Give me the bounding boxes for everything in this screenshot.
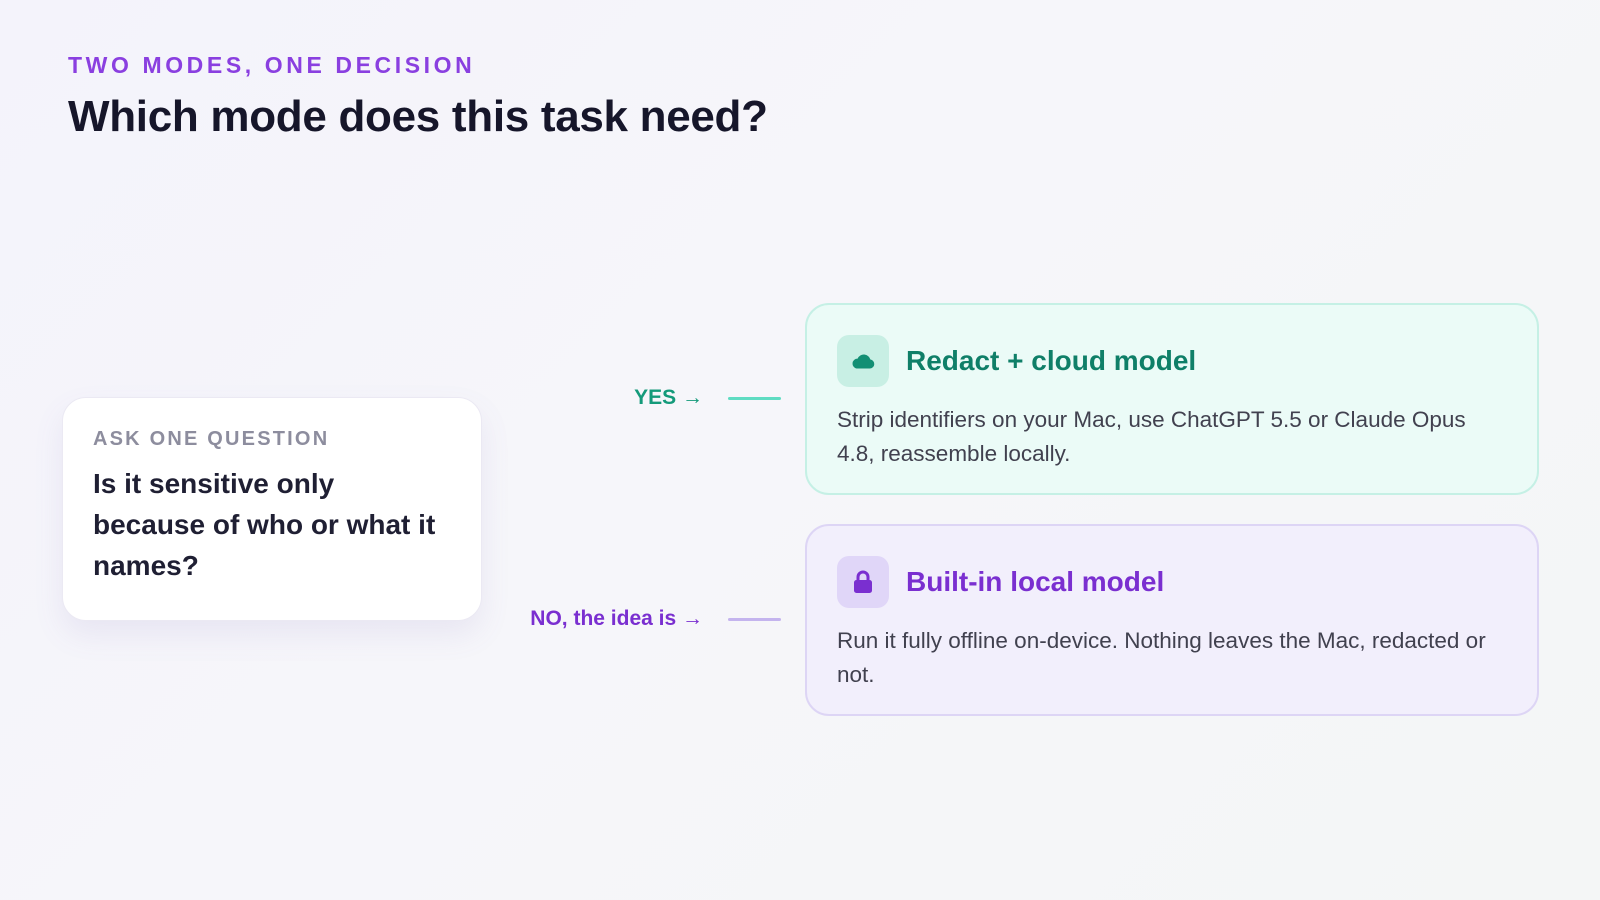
- local-card-header: Built-in local model: [837, 556, 1507, 608]
- connector-no: [728, 618, 781, 621]
- cloud-card-header: Redact + cloud model: [837, 335, 1507, 387]
- cloud-icon: [837, 335, 889, 387]
- lock-icon: [837, 556, 889, 608]
- section-eyebrow: TWO MODES, ONE DECISION: [68, 52, 476, 78]
- local-card-description: Run it fully offline on-device. Nothing …: [837, 628, 1486, 687]
- branch-no-label: NO, the idea is →: [530, 607, 703, 630]
- connector-yes: [728, 397, 781, 400]
- page-title: Which mode does this task need?: [68, 92, 768, 141]
- branch-yes-label: YES →: [634, 386, 703, 409]
- cloud-card-title: Redact + cloud model: [906, 345, 1197, 376]
- local-card-title: Built-in local model: [906, 566, 1165, 597]
- local-model-card: Built-in local model Run it fully offlin…: [805, 524, 1539, 716]
- question-eyebrow: ASK ONE QUESTION: [93, 428, 330, 450]
- cloud-card-description: Strip identifiers on your Mac, use ChatG…: [837, 407, 1466, 466]
- cloud-model-card: Redact + cloud model Strip identifiers o…: [805, 303, 1539, 495]
- question-card: ASK ONE QUESTION Is it sensitive only be…: [62, 397, 482, 621]
- question-text: Is it sensitive only because of who or w…: [93, 468, 436, 581]
